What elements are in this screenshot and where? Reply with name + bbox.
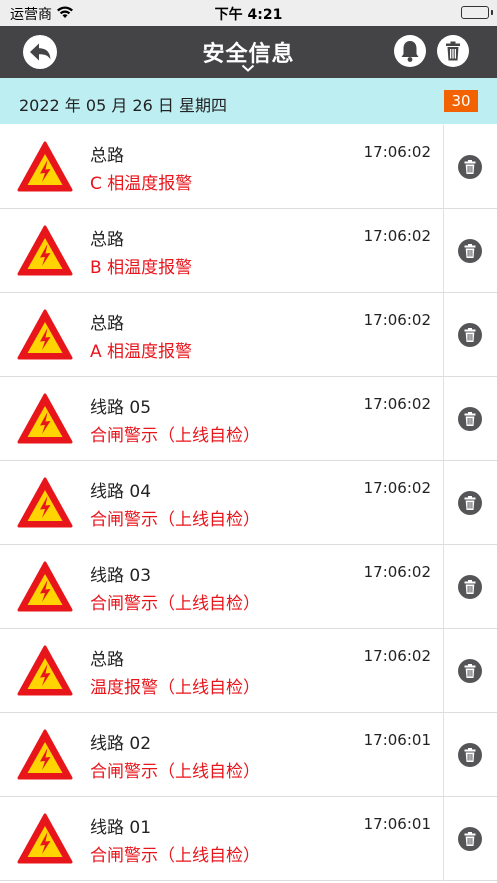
row-divider [443, 125, 444, 209]
delete-button[interactable] [458, 239, 482, 263]
row-divider [443, 629, 444, 713]
alarm-source: 总路 [90, 314, 124, 334]
alarm-source: 线路 02 [90, 734, 152, 754]
trash-icon [464, 412, 476, 426]
alarm-description: 合闸警示（上线自检） [90, 510, 260, 530]
row-divider [443, 209, 444, 293]
delete-button[interactable] [458, 155, 482, 179]
trash-icon [464, 832, 476, 846]
delete-button[interactable] [458, 407, 482, 431]
alarm-time: 17:06:02 [363, 563, 431, 581]
high-voltage-warning-icon [17, 309, 73, 360]
alarm-list: 总路 C 相温度报警 17:06:02 总路 B 相温度报警 17:06:02 [0, 125, 497, 881]
alarm-source: 线路 01 [90, 818, 152, 838]
high-voltage-warning-icon [17, 225, 73, 276]
high-voltage-warning-icon [17, 813, 73, 864]
high-voltage-warning-icon [17, 393, 73, 444]
alarm-source: 线路 05 [90, 398, 152, 418]
notifications-button[interactable] [394, 35, 426, 67]
alarm-time: 17:06:01 [363, 731, 431, 749]
delete-button[interactable] [458, 575, 482, 599]
battery-icon [461, 6, 493, 19]
clock: 下午 4:21 [214, 7, 283, 23]
high-voltage-warning-icon [17, 645, 73, 696]
delete-button[interactable] [458, 491, 482, 515]
alarm-description: 合闸警示（上线自检） [90, 846, 260, 866]
trash-icon [464, 580, 476, 594]
list-item[interactable]: 线路 04 合闸警示（上线自检） 17:06:02 [0, 461, 497, 545]
alarm-description: 合闸警示（上线自检） [90, 426, 260, 446]
row-divider [443, 797, 444, 881]
trash-icon [464, 664, 476, 678]
list-item[interactable]: 线路 01 合闸警示（上线自检） 17:06:01 [0, 797, 497, 881]
high-voltage-warning-icon [17, 141, 73, 192]
alarm-time: 17:06:02 [363, 311, 431, 329]
list-item[interactable]: 线路 05 合闸警示（上线自检） 17:06:02 [0, 377, 497, 461]
trash-icon [464, 160, 476, 174]
trash-icon [464, 244, 476, 258]
alarm-description: A 相温度报警 [90, 342, 193, 362]
list-item[interactable]: 线路 03 合闸警示（上线自检） 17:06:02 [0, 545, 497, 629]
alarm-time: 17:06:01 [363, 815, 431, 833]
alarm-source: 总路 [90, 146, 124, 166]
alarm-description: C 相温度报警 [90, 174, 193, 194]
delete-button[interactable] [458, 323, 482, 347]
trash-icon [446, 41, 460, 61]
row-divider [443, 461, 444, 545]
trash-icon [464, 328, 476, 342]
clear-all-button[interactable] [437, 35, 469, 67]
list-item[interactable]: 总路 C 相温度报警 17:06:02 [0, 125, 497, 209]
trash-icon [464, 748, 476, 762]
alarm-time: 17:06:02 [363, 227, 431, 245]
row-divider [443, 377, 444, 461]
delete-button[interactable] [458, 827, 482, 851]
alarm-source: 线路 03 [90, 566, 152, 586]
list-item[interactable]: 总路 温度报警（上线自检） 17:06:02 [0, 629, 497, 713]
alarm-time: 17:06:02 [363, 647, 431, 665]
alarm-source: 总路 [90, 230, 124, 250]
high-voltage-warning-icon [17, 477, 73, 528]
alarm-description: 合闸警示（上线自检） [90, 762, 260, 782]
alarm-time: 17:06:02 [363, 479, 431, 497]
alarm-description: 合闸警示（上线自检） [90, 594, 260, 614]
delete-button[interactable] [458, 659, 482, 683]
date-bar: 2022 年 05 月 26 日 星期四 30 [0, 78, 497, 124]
alarm-time: 17:06:02 [363, 395, 431, 413]
list-item[interactable]: 总路 A 相温度报警 17:06:02 [0, 293, 497, 377]
alarm-source: 线路 04 [90, 482, 152, 502]
status-bar: 运营商 下午 4:21 [0, 0, 497, 26]
high-voltage-warning-icon [17, 729, 73, 780]
list-item[interactable]: 线路 02 合闸警示（上线自检） 17:06:01 [0, 713, 497, 797]
list-item[interactable]: 总路 B 相温度报警 17:06:02 [0, 209, 497, 293]
row-divider [443, 713, 444, 797]
delete-button[interactable] [458, 743, 482, 767]
trash-icon [464, 496, 476, 510]
date-label: 2022 年 05 月 26 日 星期四 [19, 96, 227, 115]
nav-bar: 安全信息 [0, 26, 497, 78]
row-divider [443, 293, 444, 377]
alarm-description: 温度报警（上线自检） [90, 678, 260, 698]
bell-icon [401, 41, 419, 62]
alarm-time: 17:06:02 [363, 143, 431, 161]
alarm-description: B 相温度报警 [90, 258, 193, 278]
chevron-down-icon[interactable] [241, 64, 255, 72]
row-divider [443, 545, 444, 629]
alarm-count-badge: 30 [444, 90, 478, 112]
high-voltage-warning-icon [17, 561, 73, 612]
alarm-source: 总路 [90, 650, 124, 670]
